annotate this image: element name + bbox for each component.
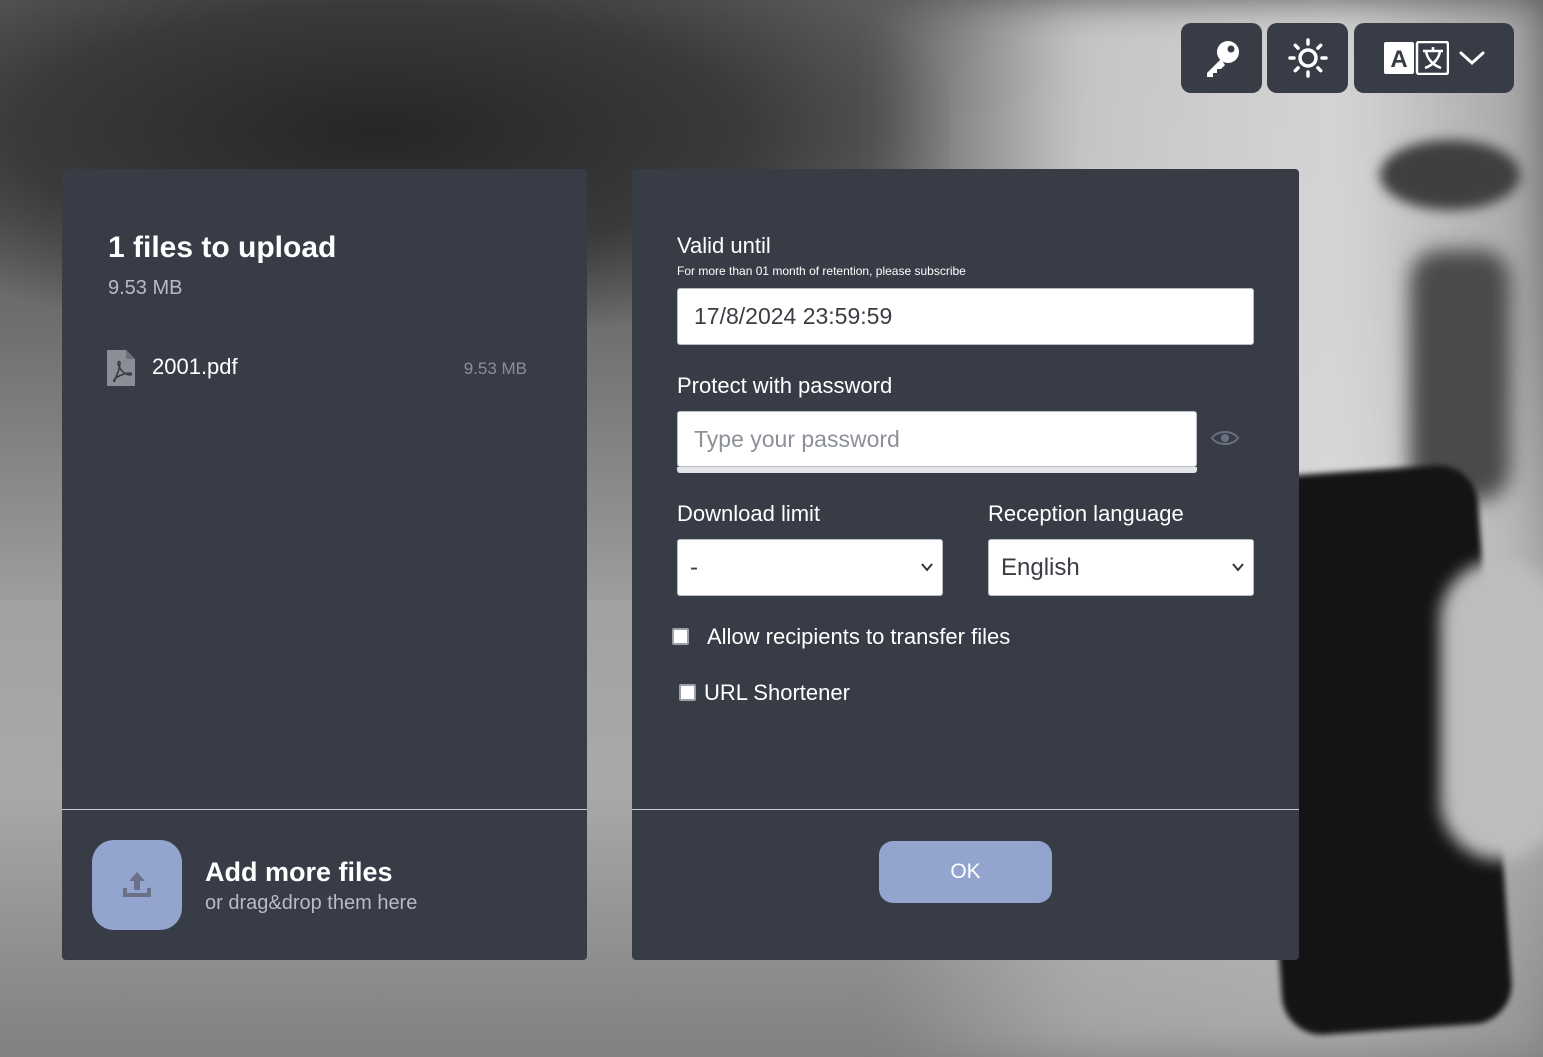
files-count-title: 1 files to upload <box>108 231 337 264</box>
transfer-options-panel: Valid until For more than 01 month of re… <box>632 169 1299 960</box>
chevron-down-icon <box>1459 51 1485 66</box>
reception-language-value: English <box>1001 554 1080 581</box>
reception-language-label: Reception language <box>988 501 1184 526</box>
svg-text:A: A <box>1390 46 1407 73</box>
pdf-file-icon <box>107 350 135 386</box>
translate-icon: A <box>1384 41 1449 75</box>
ok-button[interactable]: OK <box>879 841 1052 903</box>
theme-toggle-button[interactable] <box>1267 23 1348 93</box>
password-strength-bar <box>677 467 1197 473</box>
eye-icon[interactable] <box>1210 427 1240 449</box>
url-shortener-label: URL Shortener <box>704 680 850 705</box>
password-label: Protect with password <box>677 373 893 398</box>
url-shortener-checkbox[interactable] <box>679 684 696 701</box>
add-more-files-button[interactable] <box>92 840 182 930</box>
language-menu-button[interactable]: A <box>1354 23 1514 93</box>
sun-icon <box>1287 38 1328 78</box>
download-limit-value: - <box>690 554 698 581</box>
files-panel: 1 files to upload 9.53 MB 2001.pdf 9.53 … <box>62 169 587 960</box>
download-limit-label: Download limit <box>677 501 821 526</box>
valid-until-hint: For more than 01 month of retention, ple… <box>677 264 966 278</box>
download-limit-select[interactable]: - <box>677 539 943 596</box>
drag-drop-hint: or drag&drop them here <box>205 892 418 914</box>
files-total-size: 9.53 MB <box>108 277 183 299</box>
password-key-button[interactable] <box>1181 23 1262 93</box>
options-panel-divider <box>632 809 1299 810</box>
upload-icon <box>123 872 151 897</box>
file-list-item: 2001.pdf 9.53 MB <box>106 347 527 391</box>
file-size: 9.53 MB <box>463 359 527 378</box>
valid-until-label: Valid until <box>677 233 771 258</box>
allow-transfer-checkbox[interactable] <box>672 628 689 645</box>
password-input[interactable]: Type your password <box>677 411 1197 467</box>
reception-language-select[interactable]: English <box>988 539 1254 596</box>
chevron-down-icon <box>921 563 933 572</box>
chevron-down-icon <box>1232 563 1244 572</box>
file-name: 2001.pdf <box>152 354 238 379</box>
allow-transfer-label: Allow recipients to transfer files <box>707 624 1011 649</box>
files-panel-divider <box>62 809 587 810</box>
valid-until-input[interactable]: 17/8/2024 23:59:59 <box>677 288 1254 345</box>
key-icon <box>1206 41 1239 77</box>
add-more-files-title: Add more files <box>205 857 393 887</box>
